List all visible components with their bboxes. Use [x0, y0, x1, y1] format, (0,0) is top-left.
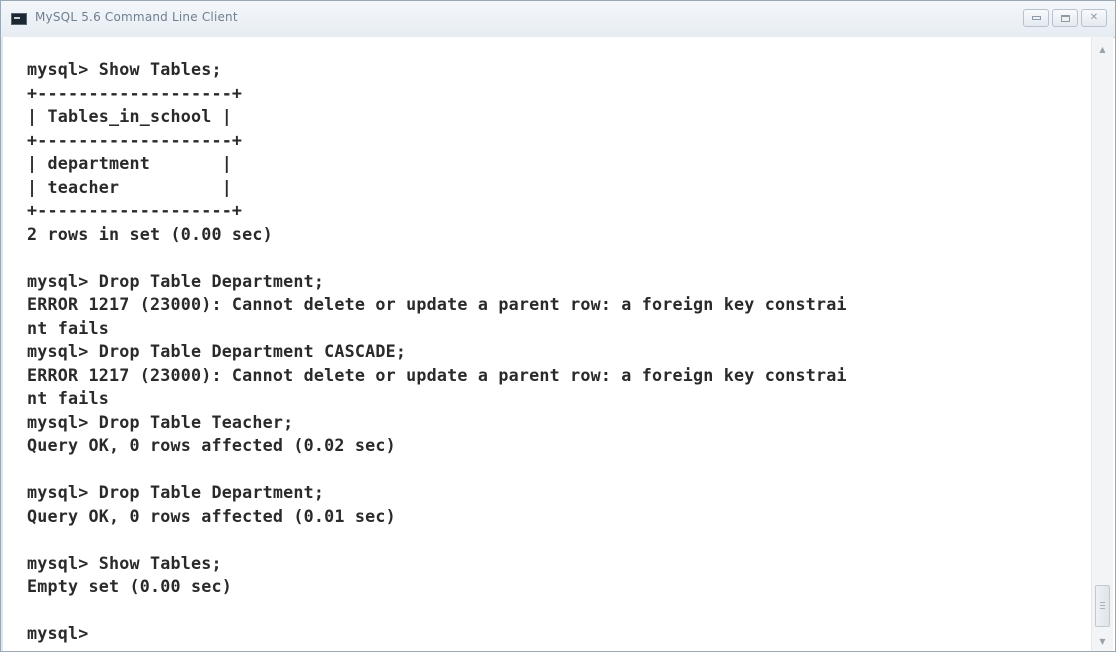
- console-output[interactable]: mysql> Show Tables; +-------------------+…: [1, 37, 1093, 651]
- console-line: Query OK, 0 rows affected (0.02 sec): [27, 435, 396, 455]
- maximize-icon: [1060, 14, 1070, 22]
- minimize-icon: [1031, 16, 1041, 20]
- thumb-grip-line: [1100, 608, 1105, 609]
- console-line: nt fails: [27, 388, 109, 408]
- console-line: | Tables_in_school |: [27, 106, 232, 126]
- window-controls: ✕: [1023, 9, 1107, 27]
- console-line: +-------------------+: [27, 200, 243, 220]
- console-line: mysql> Drop Table Teacher;: [27, 411, 294, 432]
- console-line: 2 rows in set (0.00 sec): [27, 223, 273, 244]
- maximize-button[interactable]: [1052, 9, 1078, 27]
- scroll-down-icon[interactable]: ▼: [1092, 633, 1113, 649]
- console-line: ERROR 1217 (23000): Cannot delete or upd…: [27, 364, 847, 385]
- console-line: Empty set (0.00 sec): [27, 576, 232, 596]
- console-line: Query OK, 0 rows affected (0.01 sec): [27, 505, 396, 526]
- close-button[interactable]: ✕: [1081, 9, 1107, 27]
- minimize-button[interactable]: [1023, 9, 1049, 27]
- console-line: nt fails: [27, 317, 109, 338]
- console-window: MySQL 5.6 Command Line Client ✕ mysql> S…: [0, 0, 1116, 652]
- console-line: +-------------------+: [27, 129, 243, 150]
- console-line: | department |: [27, 153, 232, 173]
- console-line: mysql> Show Tables;: [27, 552, 222, 573]
- console-app-icon[interactable]: [11, 13, 27, 25]
- console-line: mysql> Show Tables;: [27, 59, 222, 79]
- scroll-up-icon[interactable]: ▲: [1092, 41, 1113, 57]
- vertical-scrollbar[interactable]: ▲ ▼: [1091, 37, 1113, 651]
- thumb-grip-line: [1100, 602, 1105, 603]
- window-title: MySQL 5.6 Command Line Client: [35, 10, 238, 24]
- console-line: mysql>: [27, 623, 89, 643]
- console-line: mysql> Drop Table Department CASCADE;: [27, 341, 407, 361]
- console-line: +-------------------+: [27, 82, 243, 103]
- console-lines: mysql> Show Tables; +-------------------+…: [27, 58, 847, 646]
- title-bar[interactable]: MySQL 5.6 Command Line Client ✕: [1, 1, 1115, 38]
- console-line: mysql> Drop Table Department;: [27, 270, 325, 291]
- console-line: ERROR 1217 (23000): Cannot delete or upd…: [27, 294, 847, 314]
- console-line: mysql> Drop Table Department;: [27, 482, 325, 502]
- thumb-grip-line: [1100, 605, 1105, 606]
- close-icon: ✕: [1089, 12, 1099, 23]
- scroll-thumb[interactable]: [1095, 585, 1110, 627]
- console-line: | teacher |: [27, 176, 232, 197]
